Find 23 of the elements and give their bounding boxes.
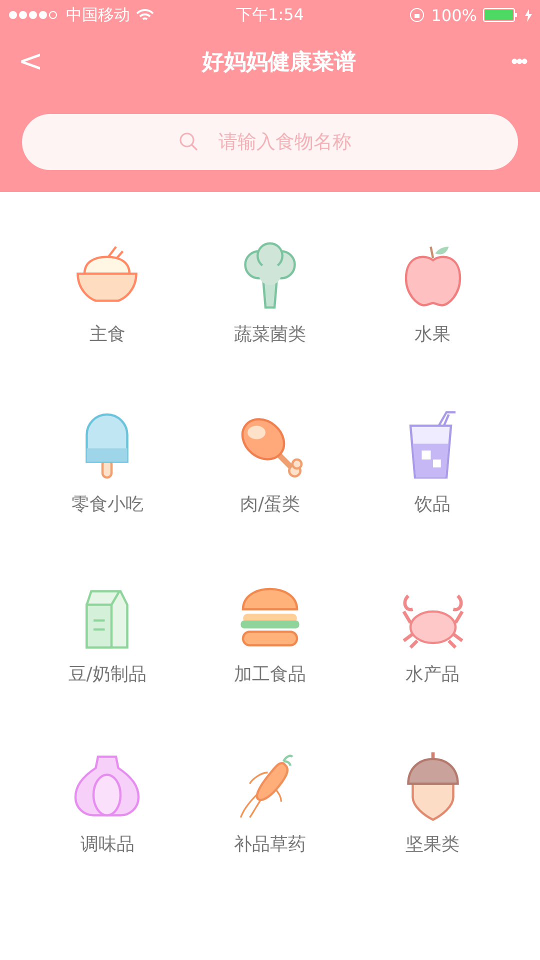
category-label[interactable]: 加工食品 bbox=[234, 662, 306, 686]
clock-time: 下午1:54 bbox=[236, 4, 304, 26]
search-field[interactable]: 请输入食物名称 bbox=[22, 114, 518, 170]
page-title: 好妈妈健康菜谱 bbox=[202, 49, 356, 77]
category-label[interactable]: 主食 bbox=[89, 322, 126, 346]
category-label[interactable]: 坚果类 bbox=[406, 832, 460, 856]
wifi-icon bbox=[136, 8, 154, 22]
carrier-name: 中国移动 bbox=[66, 4, 130, 26]
category-label[interactable]: 调味品 bbox=[80, 832, 134, 856]
category-label[interactable]: 饮品 bbox=[414, 492, 451, 516]
category-label[interactable]: 水果 bbox=[414, 322, 451, 346]
signal-icon bbox=[8, 10, 60, 20]
category-label[interactable]: 零食小吃 bbox=[71, 492, 144, 516]
battery-icon bbox=[483, 8, 519, 22]
category-label[interactable]: 蔬菜菌类 bbox=[234, 322, 306, 346]
category-label[interactable]: 补品草药 bbox=[234, 832, 306, 856]
category-label[interactable]: 豆/奶制品 bbox=[68, 662, 146, 686]
category-label[interactable]: 肉/蛋类 bbox=[240, 492, 300, 516]
battery-percent: 100% bbox=[431, 6, 477, 24]
category-label[interactable]: 水产品 bbox=[406, 662, 460, 686]
search-icon bbox=[179, 132, 199, 152]
rotation-lock-icon bbox=[409, 7, 426, 23]
charging-icon bbox=[525, 8, 532, 22]
